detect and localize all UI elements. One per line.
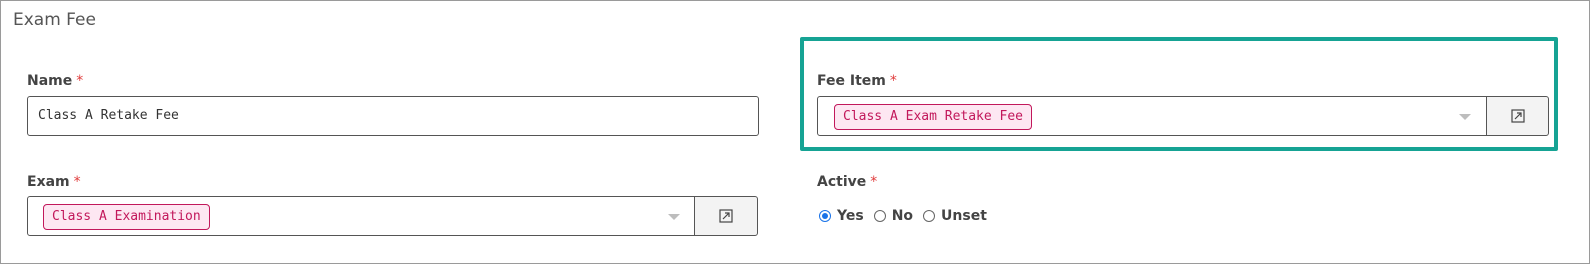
name-label-text: Name <box>27 73 73 89</box>
required-marker: * <box>76 73 84 89</box>
active-option-no[interactable]: No <box>892 208 913 224</box>
active-label-text: Active <box>817 174 867 190</box>
active-radio-unset[interactable] <box>923 209 936 222</box>
exam-label: Exam * <box>27 174 81 190</box>
name-input-value: Class A Retake Fee <box>38 108 179 123</box>
active-radio-yes[interactable] <box>819 209 831 222</box>
required-marker: * <box>73 174 81 190</box>
exam-open-button[interactable] <box>694 196 758 236</box>
exam-tag[interactable]: Class A Examination <box>43 204 210 230</box>
fee-item-highlight-box <box>800 37 1558 151</box>
panel-title: Exam Fee <box>13 10 96 30</box>
required-marker: * <box>870 174 878 190</box>
external-link-icon <box>719 209 733 223</box>
exam-label-text: Exam <box>27 174 70 190</box>
name-label: Name * <box>27 73 83 89</box>
chevron-down-icon[interactable] <box>668 214 680 220</box>
name-input[interactable]: Class A Retake Fee <box>27 96 759 136</box>
exam-select[interactable]: Class A Examination <box>27 196 695 236</box>
active-option-yes[interactable]: Yes <box>837 208 864 224</box>
active-label: Active * <box>817 174 877 190</box>
active-radio-group: Yes No Unset <box>819 205 997 225</box>
active-option-unset[interactable]: Unset <box>941 208 987 224</box>
active-radio-no[interactable] <box>873 209 886 222</box>
